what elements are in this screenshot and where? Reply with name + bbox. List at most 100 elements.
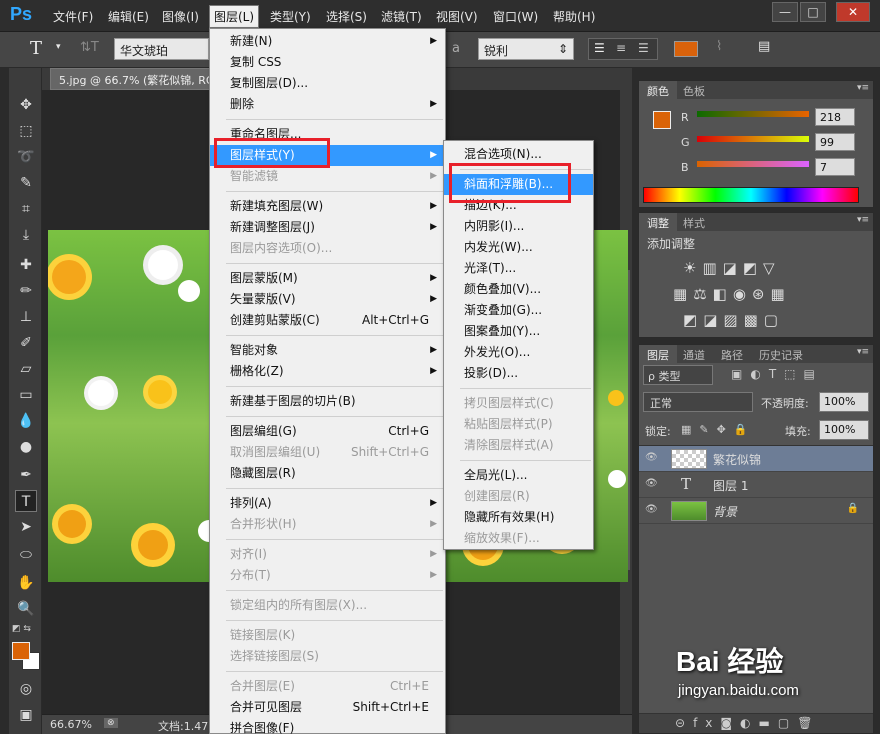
layer-menu-item[interactable]: 栅格化(Z) ▶ bbox=[210, 361, 445, 382]
lasso-tool-icon[interactable]: ➰ bbox=[15, 146, 37, 168]
lock-position-icon[interactable]: ✥ bbox=[717, 423, 734, 436]
image-filter-icon[interactable]: ▣ bbox=[731, 367, 750, 381]
tab-swatches[interactable]: 色板 bbox=[675, 81, 713, 99]
tab-paths[interactable]: 路径 bbox=[713, 345, 751, 363]
layer-menu-item[interactable]: 合并可见图层 Shift+Ctrl+E bbox=[210, 697, 445, 718]
layer-menu-item[interactable]: 智能对象 ▶ bbox=[210, 340, 445, 361]
menu-edit[interactable]: 编辑(E) bbox=[108, 8, 149, 25]
gradient-tool-icon[interactable]: ▭ bbox=[15, 384, 37, 406]
blend-mode-select[interactable]: 正常 bbox=[643, 392, 753, 412]
layer-menu-item[interactable]: 新建填充图层(W) ▶ bbox=[210, 196, 445, 217]
shape-filter-icon[interactable]: ⬚ bbox=[784, 367, 803, 381]
lock-transparent-icon[interactable]: ▦ bbox=[681, 423, 699, 436]
minimize-button[interactable]: — bbox=[772, 2, 798, 22]
crop-tool-icon[interactable]: ⌗ bbox=[15, 198, 37, 220]
color-spectrum[interactable] bbox=[643, 187, 859, 203]
g-value-input[interactable]: 99 bbox=[815, 133, 855, 151]
panels-toggle-icon[interactable]: ▤ bbox=[758, 39, 770, 54]
screen-mode-icon[interactable]: ▣ bbox=[15, 704, 37, 726]
align-left-icon[interactable]: ☰ bbox=[594, 41, 605, 55]
align-center-icon[interactable]: ≡ bbox=[616, 41, 626, 55]
lookup-icon[interactable]: ▦ bbox=[771, 285, 791, 303]
curves-icon[interactable]: ◪ bbox=[723, 259, 743, 277]
layer-row[interactable]: 👁 繁花似锦 bbox=[639, 446, 873, 472]
adjustment-icons-row-1[interactable]: ☀▥◪◩▽ bbox=[683, 259, 781, 277]
exposure-icon[interactable]: ◩ bbox=[743, 259, 763, 277]
menu-window[interactable]: 窗口(W) bbox=[493, 8, 538, 25]
lock-pixels-icon[interactable]: ✎ bbox=[699, 423, 716, 436]
layer-menu-item[interactable]: 新建(N) ▶ bbox=[210, 31, 445, 52]
close-button[interactable]: ✕ bbox=[836, 2, 870, 22]
brush-tool-icon[interactable]: ✏ bbox=[15, 280, 37, 302]
blur-tool-icon[interactable]: 💧 bbox=[15, 410, 37, 432]
style-submenu-item[interactable]: 混合选项(N)... bbox=[444, 144, 593, 165]
eye-icon[interactable]: 👁 bbox=[645, 504, 658, 515]
photo-filter-icon[interactable]: ◉ bbox=[733, 285, 752, 303]
menu-help[interactable]: 帮助(H) bbox=[553, 8, 595, 25]
eye-icon[interactable]: 👁 bbox=[645, 478, 658, 489]
quick-select-tool-icon[interactable]: ✎ bbox=[15, 172, 37, 194]
type-tool-icon[interactable]: T bbox=[15, 490, 37, 512]
foreground-color-swatch[interactable] bbox=[12, 642, 30, 660]
menu-image[interactable]: 图像(I) bbox=[162, 8, 199, 25]
g-slider[interactable] bbox=[697, 136, 809, 142]
tab-history[interactable]: 历史记录 bbox=[751, 345, 811, 363]
balance-icon[interactable]: ⚖ bbox=[693, 285, 712, 303]
eraser-tool-icon[interactable]: ▱ bbox=[15, 358, 37, 380]
menu-type[interactable]: 类型(Y) bbox=[270, 8, 311, 25]
brightness-icon[interactable]: ☀ bbox=[683, 259, 702, 277]
adjustment-icons-row-2[interactable]: ▦⚖◧◉⊛▦ bbox=[673, 285, 791, 303]
invert-icon[interactable]: ◩ bbox=[683, 311, 703, 329]
panel-menu-icon[interactable]: ▾≡ bbox=[857, 215, 869, 225]
lock-icons[interactable]: ▦✎✥🔒 bbox=[681, 423, 756, 436]
dodge-tool-icon[interactable]: ● bbox=[15, 436, 37, 458]
warp-text-icon[interactable]: ⌇ bbox=[716, 39, 722, 54]
layer-menu-item[interactable]: 新建基于图层的切片(B) bbox=[210, 391, 445, 412]
bw-icon[interactable]: ◧ bbox=[713, 285, 733, 303]
path-select-tool-icon[interactable]: ➤ bbox=[15, 516, 37, 538]
layer-menu-item[interactable]: 矢量蒙版(V) ▶ bbox=[210, 289, 445, 310]
status-icon[interactable]: ⊗ bbox=[104, 718, 118, 728]
r-value-input[interactable]: 218 bbox=[815, 108, 855, 126]
zoom-tool-icon[interactable]: 🔍 bbox=[15, 598, 37, 620]
style-submenu-item[interactable]: 外发光(O)... bbox=[444, 342, 593, 363]
adjust-filter-icon[interactable]: ◐ bbox=[750, 367, 768, 381]
filter-icons[interactable]: ▣◐T⬚▤ bbox=[731, 367, 823, 381]
layer-menu-item[interactable]: 拼合图像(F) bbox=[210, 718, 445, 734]
menu-filter[interactable]: 滤镜(T) bbox=[381, 8, 422, 25]
tab-styles[interactable]: 样式 bbox=[675, 213, 713, 231]
menu-select[interactable]: 选择(S) bbox=[326, 8, 367, 25]
layer-menu-item[interactable]: 新建调整图层(J) ▶ bbox=[210, 217, 445, 238]
text-filter-icon[interactable]: T bbox=[769, 367, 784, 381]
layer-row[interactable]: 👁 T 图层 1 bbox=[639, 472, 873, 498]
r-slider[interactable] bbox=[697, 111, 809, 117]
mixer-icon[interactable]: ⊛ bbox=[752, 285, 771, 303]
tab-color[interactable]: 颜色 bbox=[639, 81, 677, 99]
shape-tool-icon[interactable]: ⬭ bbox=[15, 544, 37, 566]
healing-brush-tool-icon[interactable]: ✚ bbox=[15, 254, 37, 276]
layer-menu-item[interactable]: 图层编组(G) Ctrl+G bbox=[210, 421, 445, 442]
anti-alias-select[interactable]: 锐利 ⇕ bbox=[478, 38, 574, 60]
default-colors-icon[interactable]: ◩ ⇆ bbox=[12, 624, 31, 634]
style-submenu-item[interactable]: 内发光(W)... bbox=[444, 237, 593, 258]
menu-view[interactable]: 视图(V) bbox=[436, 8, 478, 25]
style-submenu-item[interactable]: 隐藏所有效果(H) bbox=[444, 507, 593, 528]
b-value-input[interactable]: 7 bbox=[815, 158, 855, 176]
levels-icon[interactable]: ▥ bbox=[702, 259, 722, 277]
layer-menu-item[interactable]: 排列(A) ▶ bbox=[210, 493, 445, 514]
hue-icon[interactable]: ▦ bbox=[673, 285, 693, 303]
tab-adjustments[interactable]: 调整 bbox=[639, 213, 677, 231]
move-tool-icon[interactable]: ✥ bbox=[15, 94, 37, 116]
lock-all-icon[interactable]: 🔒 bbox=[734, 423, 756, 436]
style-submenu-item[interactable]: 图案叠加(Y)... bbox=[444, 321, 593, 342]
stamp-tool-icon[interactable]: ⊥ bbox=[15, 306, 37, 328]
zoom-level[interactable]: 66.67% bbox=[50, 718, 92, 731]
menu-layer[interactable]: 图层(L) bbox=[209, 5, 260, 28]
style-submenu-item[interactable]: 投影(D)... bbox=[444, 363, 593, 384]
text-orientation-icon[interactable]: ⇅T bbox=[80, 40, 99, 55]
layer-row[interactable]: 👁 背景 🔒 bbox=[639, 498, 873, 524]
adjustment-icons-row-3[interactable]: ◩◪▨▩▢ bbox=[683, 311, 784, 329]
style-submenu-item[interactable]: 内阴影(I)... bbox=[444, 216, 593, 237]
smart-filter-icon[interactable]: ▤ bbox=[804, 367, 823, 381]
eye-icon[interactable]: 👁 bbox=[645, 452, 658, 463]
